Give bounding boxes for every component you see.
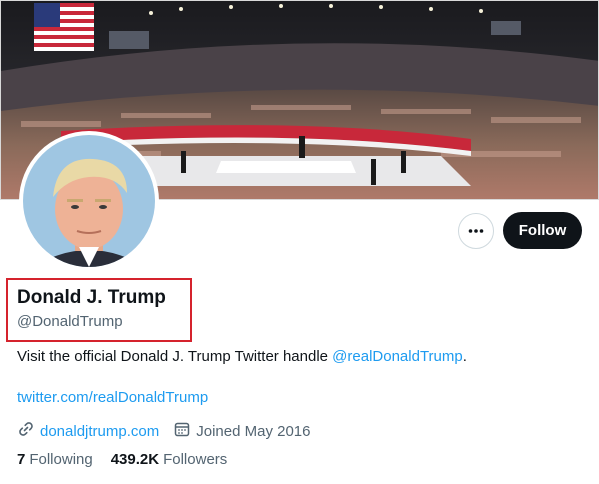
website-link[interactable]: donaldjtrump.com	[40, 423, 159, 440]
more-options-button[interactable]	[458, 213, 494, 249]
ellipsis-icon	[467, 222, 485, 240]
profile-meta: donaldjtrump.com Joined May 2016	[17, 420, 310, 442]
link-icon	[17, 420, 40, 442]
bio-url-link[interactable]: twitter.com/realDonaldTrump	[17, 389, 208, 406]
following-stat[interactable]: 7 Following	[17, 451, 93, 468]
followers-stat[interactable]: 439.2K Followers	[111, 451, 228, 468]
joined-date: Joined May 2016	[196, 422, 311, 440]
bio-text: Visit the official Donald J. Trump Twitt…	[17, 348, 333, 365]
following-count: 7	[17, 451, 26, 468]
profile-avatar[interactable]	[19, 131, 159, 271]
calendar-icon	[173, 420, 196, 442]
followers-label: Followers	[163, 451, 228, 468]
bio-end: .	[462, 348, 467, 365]
profile-bio: Visit the official Donald J. Trump Twitt…	[17, 348, 467, 365]
user-handle: @DonaldTrump	[17, 313, 123, 330]
display-name: Donald J. Trump	[17, 287, 166, 308]
follow-button[interactable]: Follow	[503, 212, 582, 249]
following-label: Following	[29, 451, 93, 468]
followers-count: 439.2K	[110, 451, 160, 468]
follow-stats: 7 Following 439.2K Followers	[17, 451, 245, 468]
bio-mention-link[interactable]: @realDonaldTrump	[332, 348, 463, 365]
